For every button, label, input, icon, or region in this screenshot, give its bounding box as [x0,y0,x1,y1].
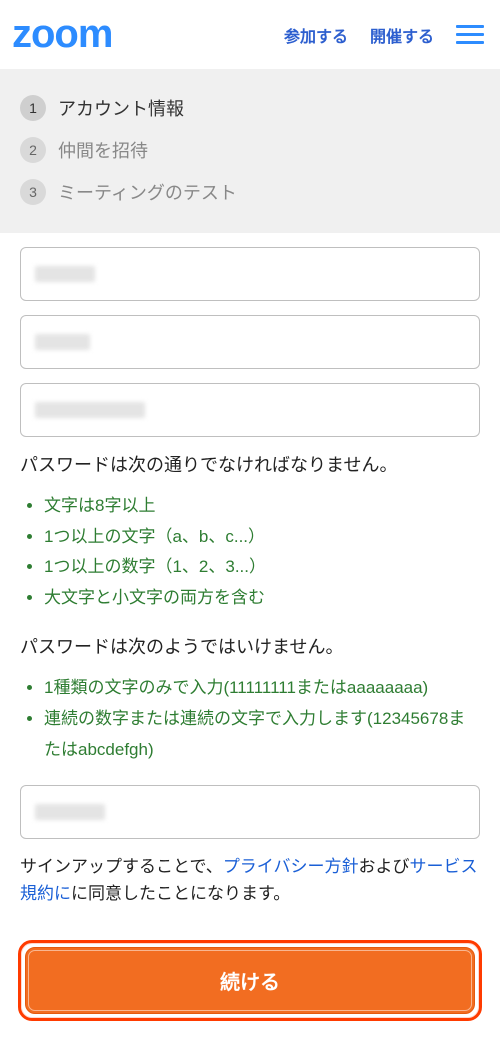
agree-mid: および [358,857,409,876]
confirm-password-field[interactable] [20,785,480,839]
continue-button[interactable]: 続ける [25,947,475,1014]
redacted-value [35,402,145,418]
rule-item: 1種類の文字のみで入力(11111111またはaaaaaaaa) [44,673,480,704]
zoom-logo: zoom [12,12,112,57]
step-number: 1 [20,95,46,121]
menu-icon[interactable] [456,21,484,49]
privacy-policy-link[interactable]: プライバシー方針 [223,857,359,876]
rule-item: 連続の数字または連続の文字で入力します(12345678またはabcdefgh) [44,704,480,765]
redacted-value [35,334,90,350]
password-mustnot-title: パスワードは次のようではいけません。 [20,633,480,659]
agree-prefix: サインアップすることで、 [20,857,223,876]
host-link[interactable]: 開催する [370,23,434,47]
password-rules-must: 文字は8字以上 1つ以上の文字（a、b、c...） 1つ以上の数字（1、2、3.… [20,491,480,613]
rule-item: 1つ以上の数字（1、2、3...） [44,552,480,583]
step-label: アカウント情報 [58,95,184,121]
agreement-text: サインアップすることで、プライバシー方針およびサービス規約にに同意したことになり… [20,853,480,907]
step-account-info: 1 アカウント情報 [20,87,480,129]
rule-item: 1つ以上の文字（a、b、c...） [44,522,480,553]
step-label: ミーティングのテスト [58,179,237,205]
redacted-value [35,804,105,820]
step-number: 3 [20,179,46,205]
join-link[interactable]: 参加する [284,23,348,47]
password-must-title: パスワードは次の通りでなければなりません。 [20,451,480,477]
signup-steps: 1 アカウント情報 2 仲間を招待 3 ミーティングのテスト [0,69,500,233]
continue-highlight: 続ける [18,940,482,1021]
password-rules-mustnot: 1種類の文字のみで入力(11111111またはaaaaaaaa) 連続の数字また… [20,673,480,765]
step-number: 2 [20,137,46,163]
last-name-field[interactable] [20,315,480,369]
step-label: 仲間を招待 [58,137,148,163]
rule-item: 大文字と小文字の両方を含む [44,583,480,614]
rule-item: 文字は8字以上 [44,491,480,522]
agree-suffix: に同意したことになります。 [71,884,290,903]
password-field[interactable] [20,383,480,437]
step-test-meeting: 3 ミーティングのテスト [20,171,480,213]
step-invite: 2 仲間を招待 [20,129,480,171]
first-name-field[interactable] [20,247,480,301]
redacted-value [35,266,95,282]
